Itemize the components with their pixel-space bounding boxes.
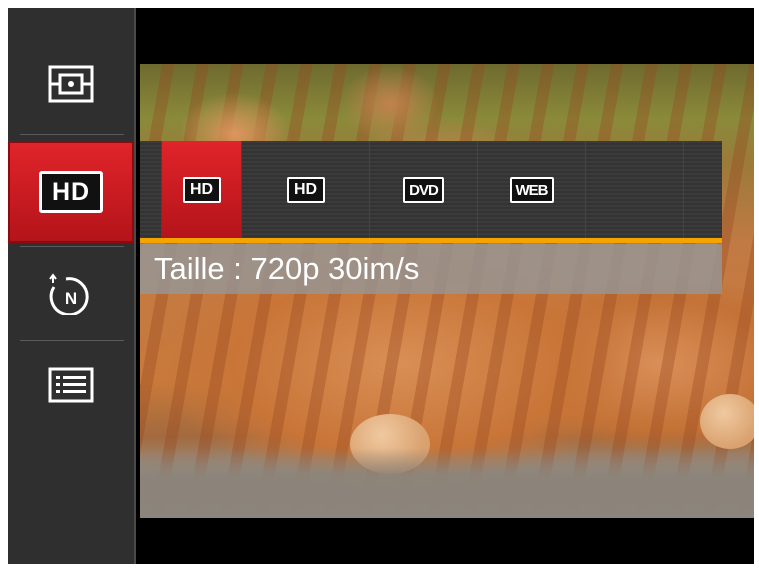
sidebar-menu: HD N	[8, 8, 136, 564]
option-hd-icon: HD	[286, 177, 325, 203]
option-web[interactable]: WEB	[478, 141, 586, 239]
movie-size-options: HD HD DVD WEB	[140, 141, 722, 239]
sidebar-divider	[20, 246, 124, 247]
option-spacer	[140, 141, 162, 239]
option-empty	[586, 141, 684, 239]
sidebar-item-movie-size[interactable]: HD	[8, 141, 134, 243]
option-web-icon: WEB	[509, 177, 554, 203]
hd-icon: HD	[39, 171, 103, 213]
scene-n-label: N	[65, 289, 77, 308]
sidebar-divider	[20, 340, 124, 341]
sidebar-item-metering[interactable]	[8, 52, 134, 116]
option-caption: Taille : 720p 30im/s	[140, 244, 722, 294]
menu-list-icon	[48, 367, 94, 403]
camera-screen: HD N HD HD DVD WEB Taille: 720p 30im/s	[8, 8, 754, 564]
metering-icon	[48, 65, 94, 103]
option-hd-icon: HD	[182, 177, 221, 203]
selection-underline	[140, 238, 722, 243]
option-hd-720p[interactable]: HD	[162, 141, 242, 239]
option-hd-alt[interactable]: HD	[242, 141, 370, 239]
sidebar-item-scene[interactable]: N	[8, 256, 134, 332]
sidebar-divider	[20, 134, 124, 135]
option-dvd[interactable]: DVD	[370, 141, 478, 239]
scene-n-icon: N	[49, 273, 89, 315]
sidebar-item-menu[interactable]	[8, 350, 134, 420]
paw-decoration	[700, 394, 754, 449]
option-empty	[684, 141, 722, 239]
option-dvd-icon: DVD	[403, 177, 444, 203]
paw-decoration	[350, 414, 430, 474]
